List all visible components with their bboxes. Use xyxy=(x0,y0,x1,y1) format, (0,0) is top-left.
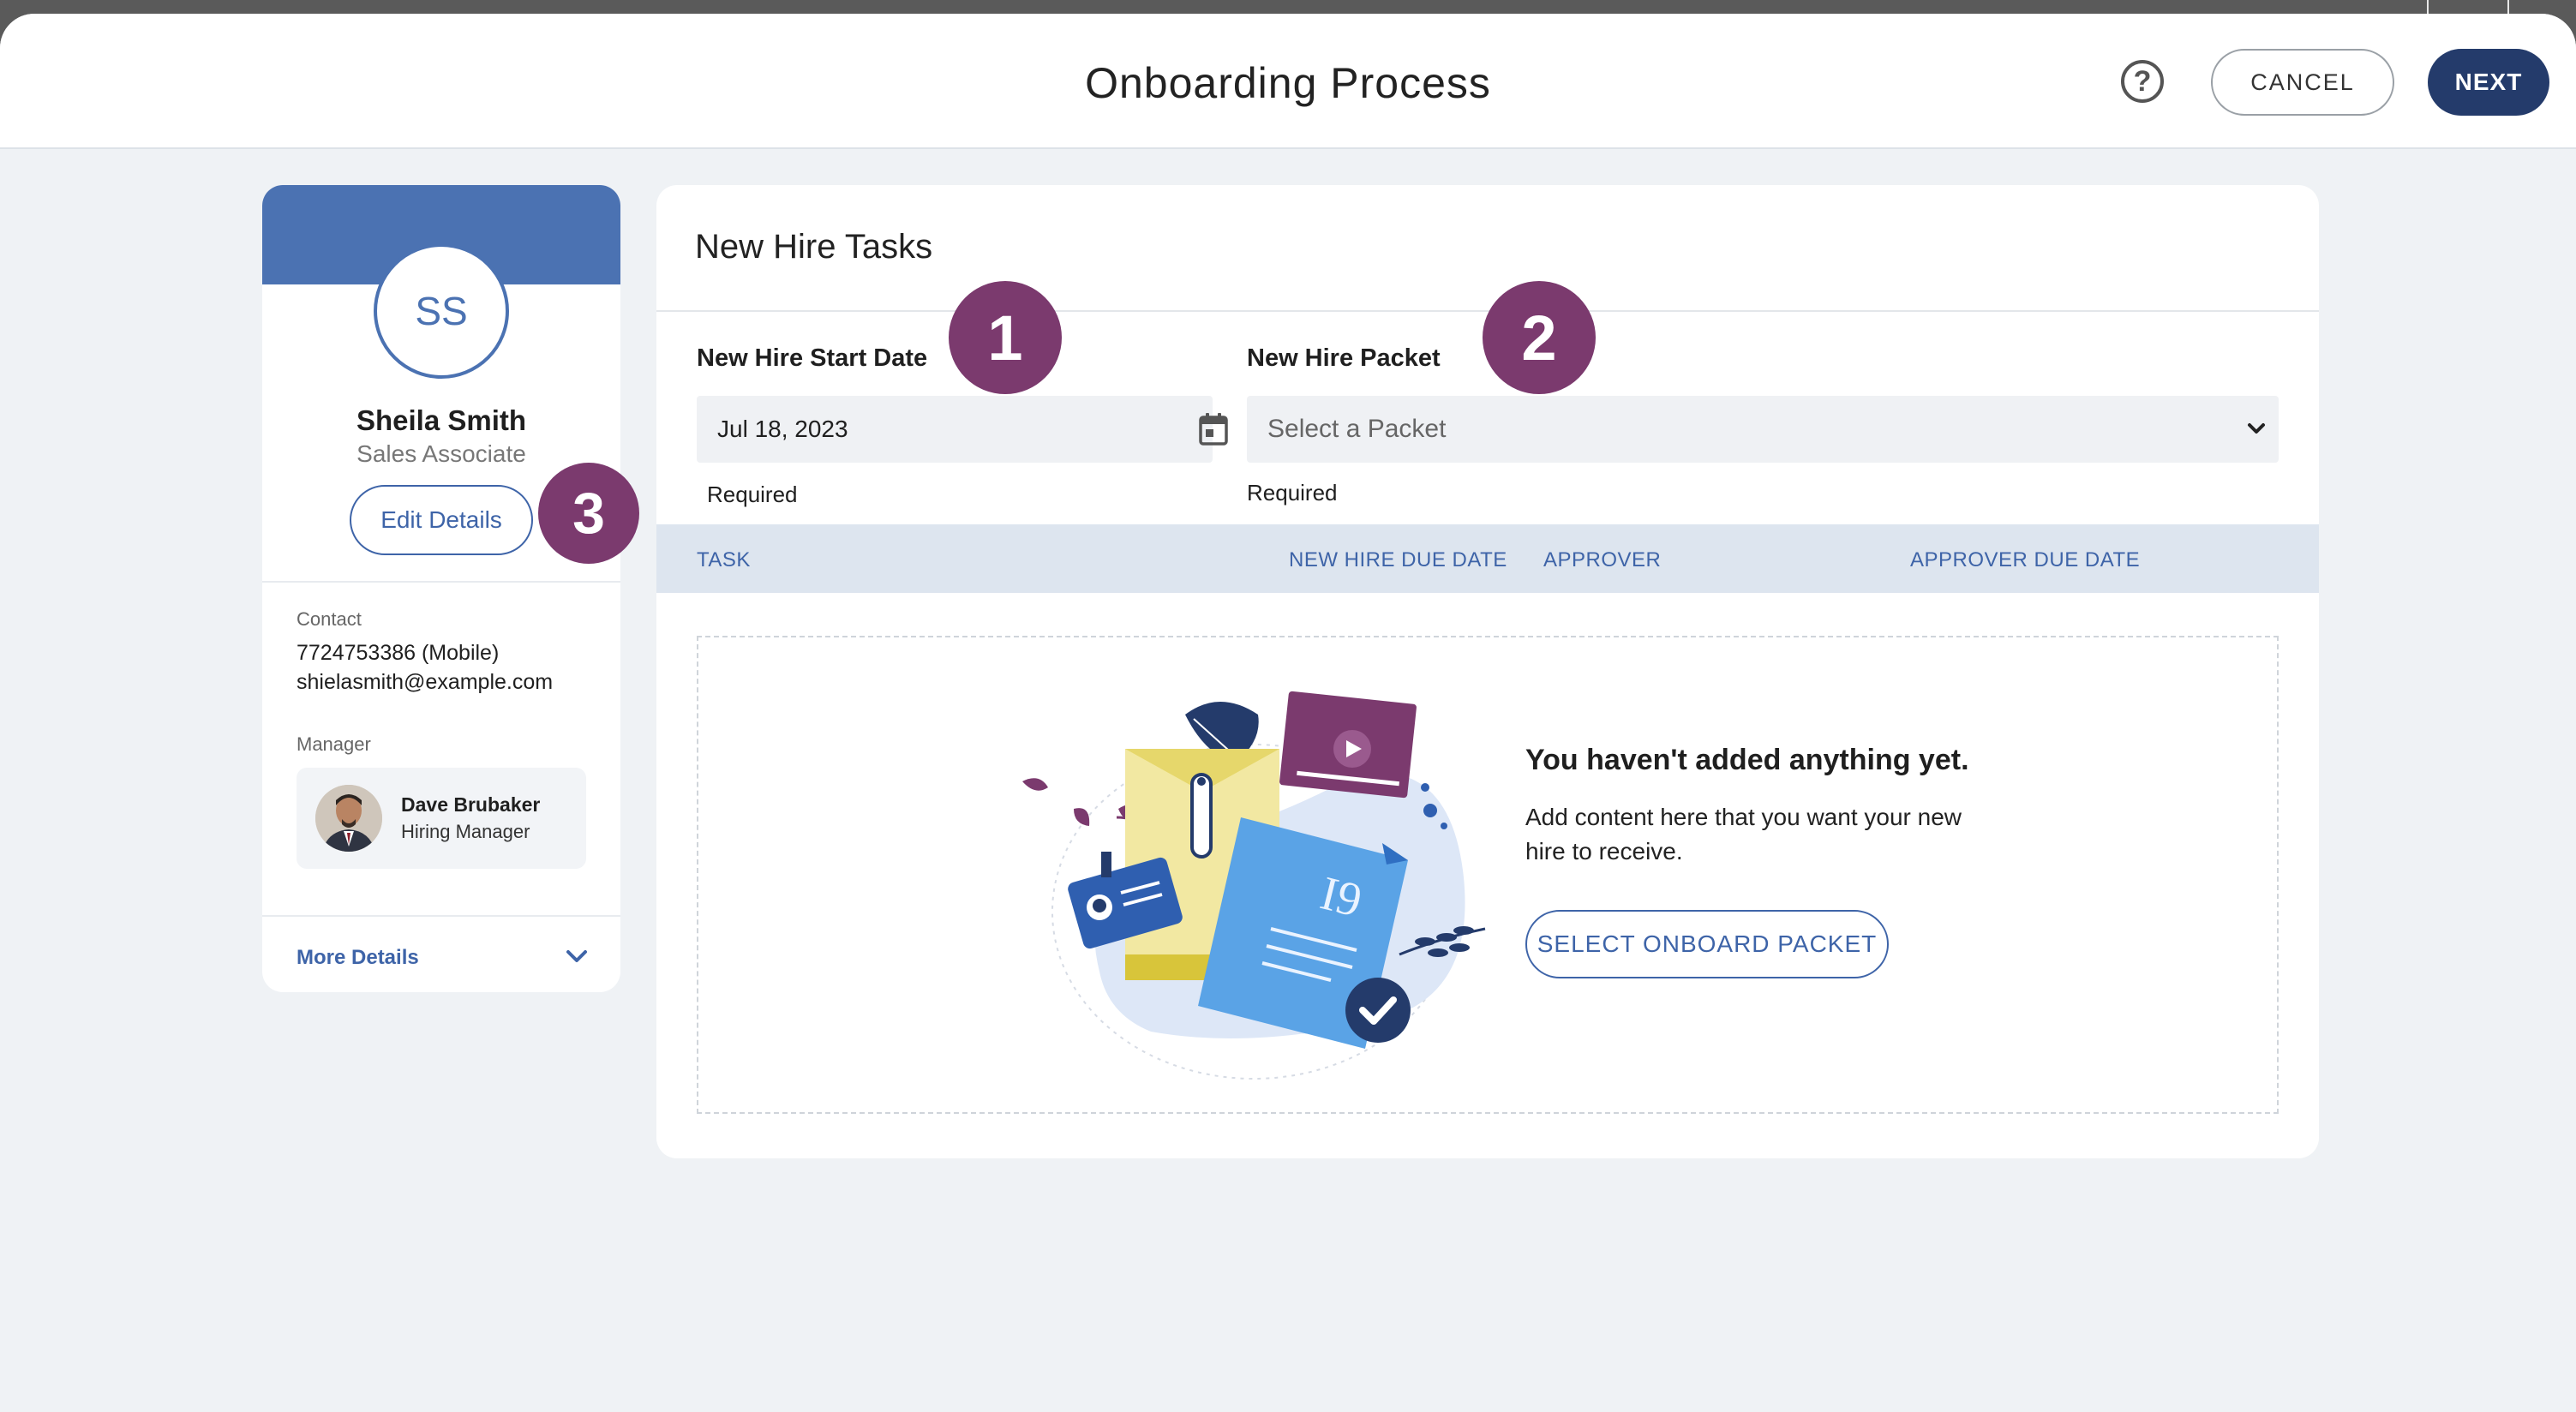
divider xyxy=(262,915,620,917)
step-badge-3: 3 xyxy=(538,463,639,564)
packet-label: New Hire Packet xyxy=(1247,344,1441,372)
step-badge-1: 1 xyxy=(949,281,1062,394)
column-header-approver-due-date[interactable]: APPROVER DUE DATE xyxy=(1910,548,2140,572)
task-table-header: TASK NEW HIRE DUE DATE APPROVER APPROVER… xyxy=(656,524,2319,593)
onboarding-illustration: I9 xyxy=(1022,691,1486,1080)
onboarding-modal: Onboarding Process ? CANCEL NEXT SS Shei… xyxy=(0,14,2576,1412)
start-date-required: Required xyxy=(707,482,798,507)
step-badge-2: 2 xyxy=(1483,281,1596,394)
start-date-value: Jul 18, 2023 xyxy=(717,416,848,442)
manager-role: Hiring Manager xyxy=(401,821,530,842)
more-details-toggle[interactable]: More Details xyxy=(297,946,419,970)
empty-state-text: Add content here that you want your new … xyxy=(1525,804,1962,865)
avatar: SS xyxy=(374,243,509,379)
help-button[interactable]: ? xyxy=(2121,60,2164,103)
cancel-button[interactable]: CANCEL xyxy=(2211,49,2394,116)
column-header-task[interactable]: TASK xyxy=(697,548,751,572)
contact-phone: 7724753386 (Mobile) xyxy=(297,641,500,665)
start-date-field[interactable]: Jul 18, 2023 xyxy=(697,396,1228,463)
next-button[interactable]: NEXT xyxy=(2428,49,2549,116)
packet-required: Required xyxy=(1247,480,1338,506)
column-header-new-hire-due-date[interactable]: NEW HIRE DUE DATE xyxy=(1289,548,1507,572)
chevron-down-icon[interactable] xyxy=(564,946,590,966)
packet-placeholder: Select a Packet xyxy=(1267,415,1447,443)
section-title: New Hire Tasks xyxy=(695,228,933,266)
employee-role: Sales Associate xyxy=(356,440,526,467)
question-circle-icon: ? xyxy=(2133,64,2152,98)
employee-name: Sheila Smith xyxy=(356,404,527,436)
manager-avatar xyxy=(315,785,382,852)
empty-state: I9 You haven't added anything yet. Add c… xyxy=(697,636,2279,1114)
empty-state-heading: You haven't added anything yet. xyxy=(1525,744,1969,776)
manager-label: Manager xyxy=(297,733,371,755)
edit-details-button[interactable]: Edit Details xyxy=(350,485,533,555)
start-date-label: New Hire Start Date xyxy=(697,344,928,372)
chevron-down-icon xyxy=(2248,423,2265,434)
divider xyxy=(262,581,620,583)
contact-email[interactable]: shielasmith@example.com xyxy=(297,670,553,695)
packet-select[interactable]: Select a Packet xyxy=(1247,396,2279,463)
select-onboard-packet-button[interactable]: SELECT ONBOARD PACKET xyxy=(1525,910,1889,978)
manager-name: Dave Brubaker xyxy=(401,793,541,816)
manager-card[interactable]: Dave Brubaker Hiring Manager xyxy=(297,768,586,869)
column-header-approver[interactable]: APPROVER xyxy=(1543,548,1661,572)
page-title: Onboarding Process xyxy=(1085,59,1491,107)
profile-card: SS Sheila Smith Sales Associate Edit Det… xyxy=(262,185,620,992)
modal-header: Onboarding Process ? CANCEL NEXT xyxy=(0,14,2576,149)
calendar-icon[interactable] xyxy=(1198,412,1229,446)
contact-label: Contact xyxy=(297,608,362,630)
